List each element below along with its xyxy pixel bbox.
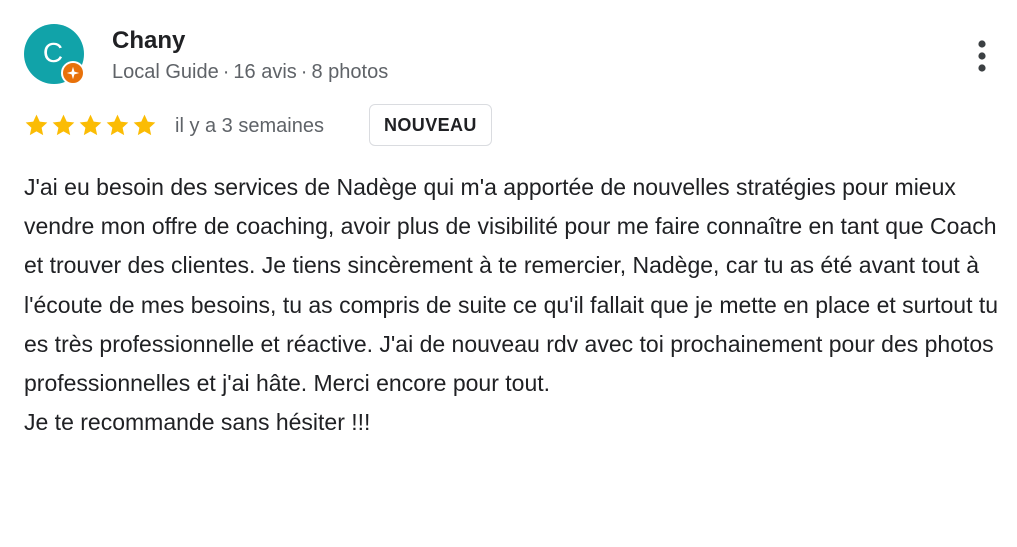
more-options-button[interactable] — [962, 34, 1002, 78]
review-date: il y a 3 semaines — [175, 115, 324, 137]
star-icon — [52, 114, 75, 136]
star-rating — [24, 113, 157, 138]
star-icon — [79, 114, 102, 136]
meta-separator: · — [300, 61, 308, 83]
more-vert-icon — [978, 40, 986, 72]
star-icon — [106, 114, 129, 136]
review-count: 16 avis — [233, 61, 297, 83]
new-badge: NOUVEAU — [369, 104, 492, 146]
review-text: J'ai eu besoin des services de Nadège qu… — [24, 168, 999, 442]
reviewer-name[interactable]: Chany — [112, 26, 185, 56]
photo-count: 8 photos — [311, 61, 389, 83]
local-guide-label: Local Guide — [112, 61, 219, 83]
star-icon — [133, 114, 156, 136]
review-paragraph: Je te recommande sans hésiter !!! — [24, 409, 371, 436]
star-icon — [25, 114, 48, 136]
review-paragraph: J'ai eu besoin des services de Nadège qu… — [24, 174, 999, 397]
meta-separator: · — [222, 61, 230, 83]
local-guide-badge-icon — [61, 61, 85, 85]
review-card: C Chany Local Guide · 16 avis · 8 photos il … — [0, 0, 1017, 547]
avatar-letter: C — [42, 37, 64, 68]
reviewer-meta[interactable]: Local Guide · 16 avis · 8 photos — [112, 59, 388, 85]
